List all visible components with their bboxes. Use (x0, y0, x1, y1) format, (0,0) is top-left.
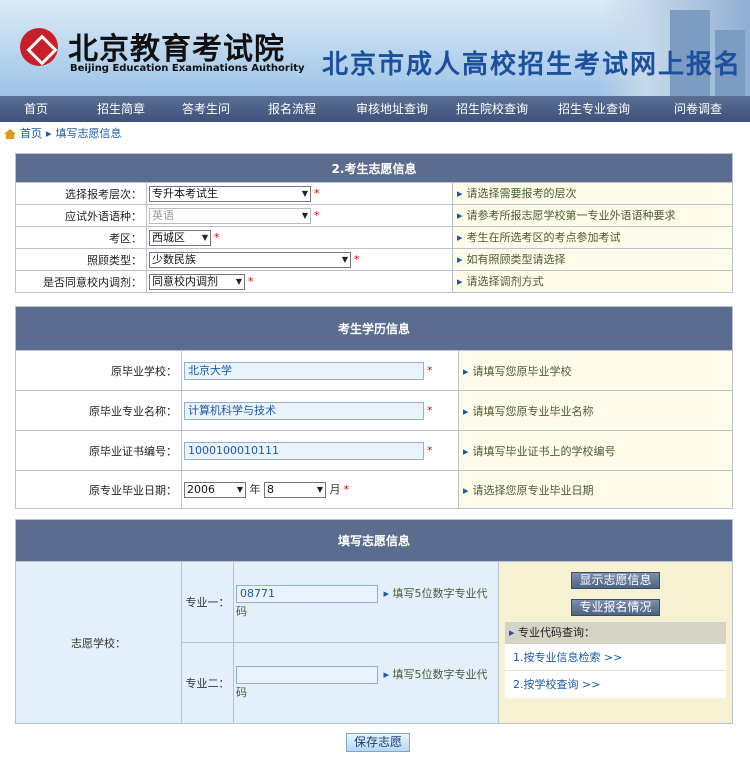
major-label: 原毕业专业名称： (15, 390, 182, 431)
year-unit: 年 (249, 483, 261, 496)
show-volunteer-button[interactable]: 显示志愿信息 (571, 572, 660, 589)
major-status-button[interactable]: 专业报名情况 (571, 599, 660, 616)
nav-item-school-search[interactable]: 招生院校查询 (442, 96, 542, 122)
hint-arrow-icon: ▸ (383, 668, 390, 681)
district-label: 考区： (15, 226, 147, 249)
breadcrumb-current: 填写志愿信息 (55, 127, 122, 140)
hint-arrow-icon: ▸ (457, 231, 463, 244)
level-hint: 请选择需要报考的层次 (466, 187, 577, 200)
search-by-major-link[interactable]: 1.按专业信息检索 >> (513, 651, 622, 664)
nav-item-home[interactable]: 首页 (0, 96, 72, 122)
hint-arrow-icon: ▸ (383, 587, 390, 600)
school-input[interactable]: 北京大学 (184, 361, 424, 380)
graduation-month-select[interactable]: 8 (264, 482, 326, 498)
site-title: 北京市成人高校招生考试网上报名 (322, 50, 743, 80)
target-school-label: 志愿学校： (15, 561, 182, 724)
section-title: 考生学历信息 (15, 306, 733, 351)
applicant-preference-table: 2.考生志愿信息 选择报考层次： 专升本考试生* ▸请选择需要报考的层次 应试外… (15, 153, 733, 293)
district-select[interactable]: 西城区 (149, 229, 211, 246)
nav-item-survey[interactable]: 问卷调查 (646, 96, 750, 122)
certificate-hint: 请填写毕业证书上的学校编号 (472, 444, 616, 458)
hint-arrow-icon: ▸ (463, 444, 469, 458)
hint-arrow-icon: ▸ (463, 404, 469, 418)
breadcrumb: 首页 ▸ 填写志愿信息 (0, 124, 750, 144)
major2-label: 专业二： (181, 642, 234, 724)
language-label: 应试外语语种： (15, 204, 147, 227)
breadcrumb-separator-icon: ▸ (46, 127, 52, 140)
certificate-input[interactable]: 1000100010111 (184, 441, 424, 460)
level-label: 选择报考层次： (15, 182, 147, 205)
major-hint: 请填写您原专业毕业名称 (472, 404, 594, 418)
nav-item-faq[interactable]: 答考生问 (170, 96, 242, 122)
nav-item-review-address[interactable]: 审核地址查询 (342, 96, 442, 122)
logo-english-name: Beijing Education Examinations Authority (70, 63, 305, 74)
main-nav: 首页 招生简章 答考生问 报名流程 审核地址查询 招生院校查询 招生专业查询 问… (0, 96, 750, 122)
search-by-school-link[interactable]: 2.按学校查询 >> (513, 678, 600, 691)
care-type-select[interactable]: 少数民族 (149, 251, 351, 268)
exam-level-select[interactable]: 专升本考试生 (149, 185, 311, 202)
education-info-table: 考生学历信息 原毕业学校： 北京大学 * ▸ 请填写您原毕业学校 原毕业专业名称： … (15, 306, 733, 509)
hint-arrow-icon: ▸ (457, 187, 463, 200)
volunteer-info-table: 填写志愿信息 志愿学校： 专业一： 08771 ▸ 填写5位数字专业代码 显示志… (15, 519, 733, 724)
hint-arrow-icon: ▸ (457, 253, 463, 266)
certificate-label: 原毕业证书编号： (15, 430, 182, 471)
breadcrumb-home[interactable]: 首页 (20, 127, 42, 140)
major-input[interactable]: 计算机科学与技术 (184, 401, 424, 420)
hint-arrow-icon: ▸ (509, 626, 515, 639)
home-icon (4, 129, 16, 139)
authority-logo-icon (20, 28, 58, 66)
care-type-label: 照顾类型： (15, 248, 147, 271)
query-side-panel: 显示志愿信息 专业报名情况 ▸ 专业代码查询： 1.按专业信息检索 >> 2.按… (498, 561, 733, 724)
graduation-year-select[interactable]: 2006 (184, 482, 246, 498)
month-unit: 月 (329, 483, 341, 496)
code-query-title: 专业代码查询： (518, 626, 596, 639)
site-header: 北京教育考试院 Beijing Education Examinations A… (0, 0, 750, 96)
major1-label: 专业一： (181, 561, 234, 643)
hint-arrow-icon: ▸ (463, 364, 469, 378)
care-type-hint: 如有照顾类型请选择 (466, 253, 566, 266)
graduation-date-label: 原专业毕业日期： (15, 470, 182, 509)
nav-item-process[interactable]: 报名流程 (242, 96, 342, 122)
hint-arrow-icon: ▸ (457, 209, 463, 222)
adjust-hint: 请选择调剂方式 (466, 275, 544, 288)
nav-item-major-search[interactable]: 招生专业查询 (542, 96, 646, 122)
major2-code-input[interactable] (236, 666, 378, 684)
hint-arrow-icon: ▸ (463, 483, 469, 497)
section-title: 填写志愿信息 (15, 519, 733, 562)
graduation-date-hint: 请选择您原专业毕业日期 (472, 483, 594, 497)
hint-arrow-icon: ▸ (457, 275, 463, 288)
language-select[interactable]: 英语 (149, 207, 311, 224)
major1-code-input[interactable]: 08771 (236, 585, 378, 603)
language-hint: 请参考所报志愿学校第一专业外语语种要求 (466, 209, 676, 222)
logo-chinese-name: 北京教育考试院 (68, 32, 285, 67)
adjust-select[interactable]: 同意校内调剂 (149, 273, 245, 290)
nav-item-admission-guide[interactable]: 招生简章 (72, 96, 170, 122)
save-area: 保存志愿 (346, 733, 411, 752)
school-label: 原毕业学校： (15, 350, 182, 391)
school-hint: 请填写您原毕业学校 (472, 364, 572, 378)
district-hint: 考生在所选考区的考点参加考试 (466, 231, 621, 244)
section-title: 2.考生志愿信息 (15, 153, 733, 183)
adjust-label: 是否同意校内调剂： (15, 270, 147, 293)
save-volunteer-button[interactable]: 保存志愿 (346, 733, 411, 752)
